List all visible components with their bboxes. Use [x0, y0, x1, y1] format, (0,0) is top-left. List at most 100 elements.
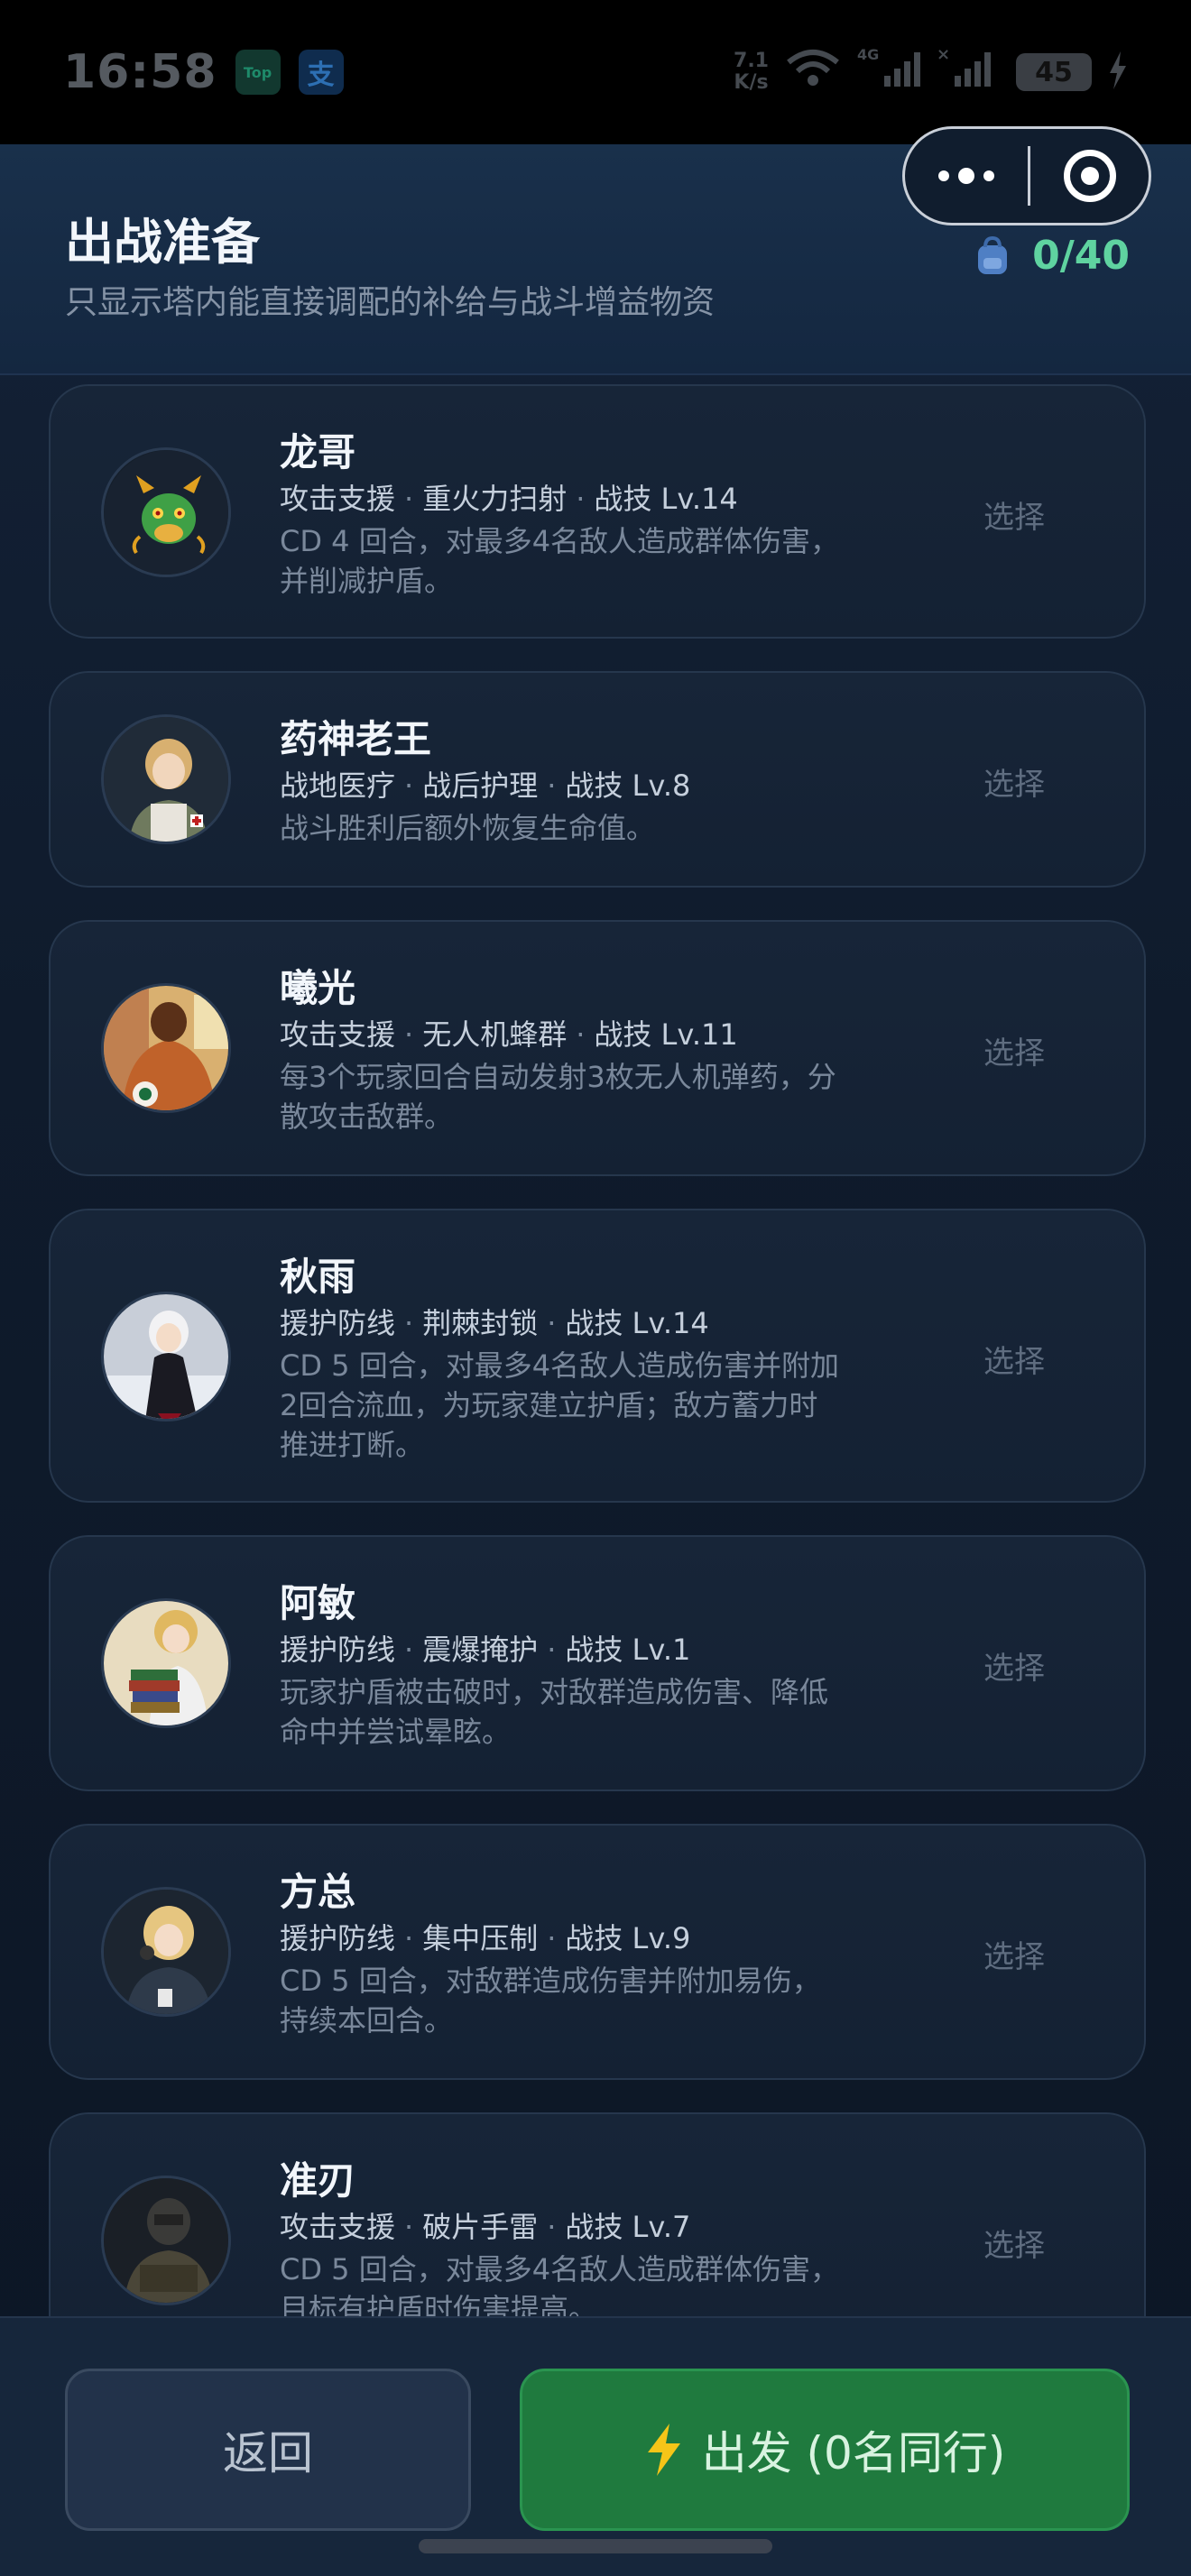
wifi-icon	[785, 48, 841, 97]
bag-counter: 0/40	[974, 233, 1130, 279]
app-badge-alipay: 支	[298, 50, 344, 95]
companion-name: 曦光	[280, 966, 356, 1010]
companion-level: 战技 Lv.7	[565, 2210, 691, 2244]
select-button[interactable]: 选择	[983, 492, 1045, 537]
page-header: 出战准备 只显示塔内能直接调配的补给与战斗增益物资 0/40	[0, 126, 1191, 375]
companion-category: 战地医疗	[280, 768, 396, 803]
companion-description: 每3个玩家回合自动发射3枚无人机弹药，分 散攻击敌群。	[280, 1057, 938, 1136]
companion-meta: 援护防线 · 集中压制 · 战技 Lv.9	[280, 1921, 691, 1955]
svg-text:4G: 4G	[857, 47, 879, 63]
depart-button[interactable]: 出发 (0名同行)	[520, 2369, 1130, 2531]
companion-card[interactable]: 方总 援护防线 · 集中压制 · 战技 Lv.9 CD 5 回合，对敌群造成伤害并附加易…	[49, 1824, 1146, 2080]
companion-card[interactable]: 曦光 攻击支援 · 无人机蜂群 · 战技 Lv.11 每3个玩家回合自动发射3枚无人机弹…	[49, 920, 1146, 1176]
companion-level: 战技 Lv.14	[565, 1306, 709, 1340]
description-line: 命中并尝试晕眩。	[280, 1715, 512, 1749]
companion-card[interactable]: 准刃 攻击支援 · 破片手雷 · 战技 Lv.7 CD 5 回合，对最多4名敌人造成群体…	[49, 2112, 1146, 2316]
companion-skill: 破片手雷	[422, 2210, 539, 2244]
companion-card[interactable]: 龙哥 攻击支援 · 重火力扫射 · 战技 Lv.14 CD 4 回合，对最多4名敌人造成…	[49, 384, 1146, 639]
more-dots-icon[interactable]	[905, 129, 1028, 223]
page-subtitle: 只显示塔内能直接调配的补给与战斗增益物资	[65, 284, 716, 321]
books-avatar	[101, 1598, 231, 1728]
back-button[interactable]: 返回	[65, 2369, 471, 2531]
companion-name: 准刃	[280, 2158, 356, 2203]
companion-card[interactable]: 秋雨 援护防线 · 荆棘封锁 · 战技 Lv.14 CD 5 回合，对最多4名敌人造成伤…	[49, 1209, 1146, 1503]
description-line: 并削减护盾。	[280, 564, 454, 598]
miniprogram-capsule	[902, 126, 1151, 225]
companion-card[interactable]: 阿敏 援护防线 · 震爆掩护 · 战技 Lv.1 玩家护盾被击破时，对敌群造成伤害、降低…	[49, 1535, 1146, 1791]
companion-meta: 援护防线 · 震爆掩护 · 战技 Lv.1	[280, 1633, 691, 1667]
companion-level: 战技 Lv.9	[565, 1921, 691, 1955]
companion-category: 援护防线	[280, 1633, 396, 1667]
dragon-avatar	[101, 447, 231, 577]
companion-description: CD 5 回合，对敌群造成伤害并附加易伤， 持续本回合。	[280, 1961, 938, 2040]
description-line: 2回合流血，为玩家建立护盾；敌方蓄力时	[280, 1388, 818, 1422]
select-button[interactable]: 选择	[983, 2221, 1045, 2265]
charging-icon	[1108, 51, 1128, 93]
companion-category: 攻击支援	[280, 1017, 396, 1052]
bottom-action-bar: 返回 出发 (0名同行)	[0, 2316, 1191, 2576]
bag-counter-text: 0/40	[1032, 233, 1130, 279]
companion-level: 战技 Lv.14	[594, 482, 738, 516]
companion-meta: 攻击支援 · 重火力扫射 · 战技 Lv.14	[280, 482, 738, 516]
white-hair-avatar	[101, 1292, 231, 1421]
companion-skill: 震爆掩护	[422, 1633, 539, 1667]
companion-skill: 无人机蜂群	[422, 1017, 568, 1052]
status-icons: 7.1 K/s 4G × 45	[734, 45, 1128, 97]
description-line: 持续本回合。	[280, 2003, 454, 2038]
screen: 16:58 Top 支 7.1 K/s 4G × 45 出战准备 只显示塔内能直接…	[0, 0, 1191, 2576]
companion-name: 药神老王	[280, 717, 432, 761]
cellular-4g-icon: 4G	[857, 46, 920, 97]
select-button[interactable]: 选择	[983, 1337, 1045, 1381]
officer-avatar	[101, 1887, 231, 2017]
companion-level: 战技 Lv.11	[594, 1017, 738, 1052]
status-bar: 16:58 Top 支 7.1 K/s 4G × 45	[0, 0, 1191, 144]
description-line: CD 4 回合，对最多4名敌人造成群体伤害，	[280, 524, 840, 558]
companion-skill: 集中压制	[422, 1921, 539, 1955]
companion-meta: 攻击支援 · 无人机蜂群 · 战技 Lv.11	[280, 1017, 738, 1052]
description-line: 目标有护盾时伤害提高。	[280, 2292, 598, 2316]
companion-description: CD 4 回合，对最多4名敌人造成群体伤害， 并削减护盾。	[280, 521, 938, 601]
companion-meta: 援护防线 · 荆棘封锁 · 战技 Lv.14	[280, 1306, 709, 1340]
companion-card[interactable]: 药神老王 战地医疗 · 战后护理 · 战技 Lv.8 战斗胜利后额外恢复生命值。 选择	[49, 671, 1146, 888]
app-badge-top: Top	[235, 50, 281, 95]
target-close-icon[interactable]	[1030, 150, 1149, 202]
status-time: 16:58	[63, 45, 217, 99]
description-line: 散攻击敌群。	[280, 1099, 454, 1134]
companion-description: CD 5 回合，对最多4名敌人造成群体伤害， 目标有护盾时伤害提高。	[280, 2249, 938, 2316]
companion-description: CD 5 回合，对最多4名敌人造成伤害并附加 2回合流血，为玩家建立护盾；敌方蓄…	[280, 1346, 938, 1465]
svg-text:×: ×	[937, 47, 950, 64]
companion-category: 攻击支援	[280, 482, 396, 516]
companion-skill: 荆棘封锁	[422, 1306, 539, 1340]
select-button[interactable]: 选择	[983, 1028, 1045, 1072]
companion-category: 攻击支援	[280, 2210, 396, 2244]
description-line: CD 5 回合，对最多4名敌人造成群体伤害，	[280, 2252, 840, 2286]
companion-skill: 重火力扫射	[422, 482, 568, 516]
battery-icon: 45	[1016, 53, 1092, 91]
companion-category: 援护防线	[280, 1306, 396, 1340]
description-line: 战斗胜利后额外恢复生命值。	[280, 811, 656, 845]
lightning-icon	[647, 2424, 680, 2476]
companion-description: 战斗胜利后额外恢复生命值。	[280, 808, 938, 848]
companion-meta: 攻击支援 · 破片手雷 · 战技 Lv.7	[280, 2210, 691, 2244]
companion-description: 玩家护盾被击破时，对敌群造成伤害、降低 命中并尝试晕眩。	[280, 1672, 938, 1752]
companion-name: 秋雨	[280, 1255, 356, 1299]
companion-name: 阿敏	[280, 1581, 356, 1625]
select-button[interactable]: 选择	[983, 1643, 1045, 1688]
page-title: 出战准备	[65, 214, 260, 271]
description-line: CD 5 回合，对最多4名敌人造成伤害并附加	[280, 1348, 840, 1383]
companion-skill: 战后护理	[422, 768, 539, 803]
companion-level: 战技 Lv.1	[565, 1633, 691, 1667]
description-line: 推进打断。	[280, 1428, 425, 1462]
home-indicator[interactable]	[419, 2539, 772, 2553]
description-line: CD 5 回合，对敌群造成伤害并附加易伤，	[280, 1964, 821, 1998]
backpack-icon	[978, 235, 1008, 274]
select-button[interactable]: 选择	[983, 759, 1045, 804]
companion-category: 援护防线	[280, 1921, 396, 1955]
companion-name: 方总	[280, 1870, 356, 1914]
select-button[interactable]: 选择	[983, 1932, 1045, 1976]
description-line: 玩家护盾被击破时，对敌群造成伤害、降低	[280, 1675, 829, 1709]
net-speed: 7.1 K/s	[734, 50, 769, 94]
companion-list[interactable]: 龙哥 攻击支援 · 重火力扫射 · 战技 Lv.14 CD 4 回合，对最多4名敌人造成…	[0, 377, 1191, 2316]
cellular-no-signal-icon: ×	[937, 45, 1000, 97]
soldier-avatar	[101, 2176, 231, 2305]
